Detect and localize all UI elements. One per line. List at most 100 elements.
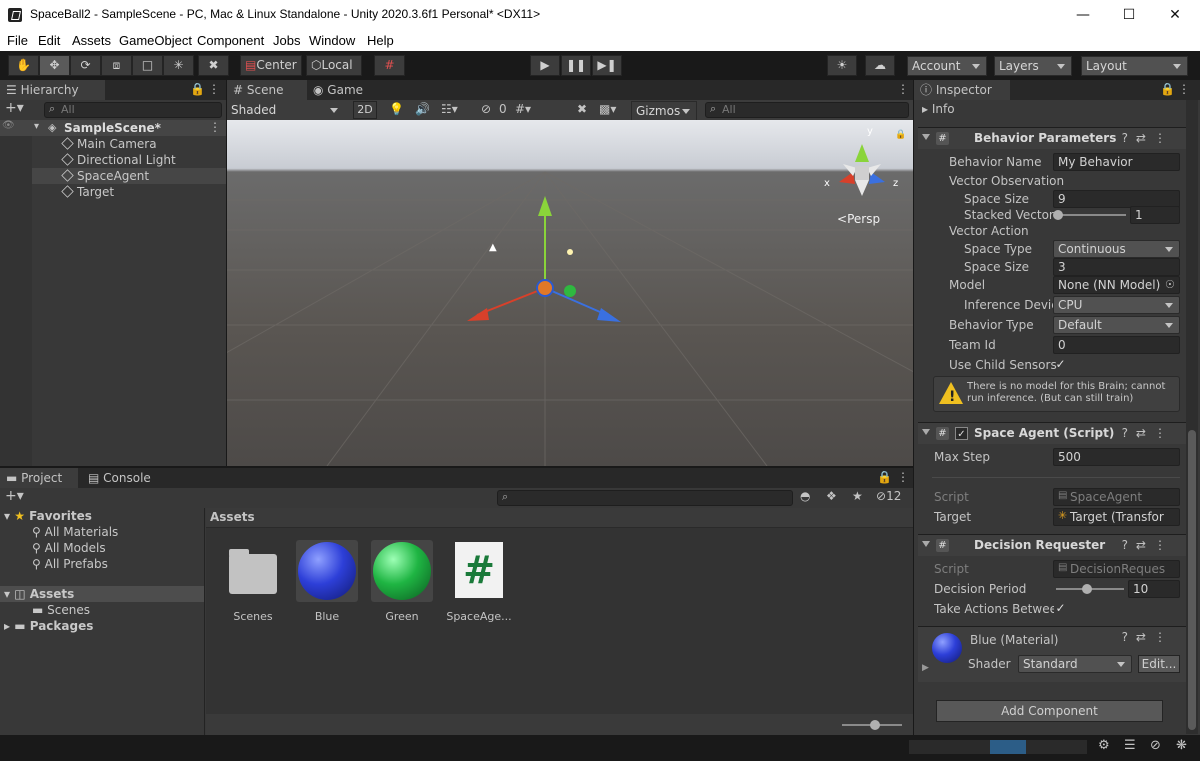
cloud-icon[interactable]: ☁	[865, 55, 895, 76]
custom-tool-icon[interactable]: ✖	[198, 55, 229, 76]
menu-component[interactable]: Component	[197, 33, 264, 48]
breadcrumb-assets[interactable]: Assets	[210, 510, 255, 524]
scrollbar-thumb[interactable]	[1188, 430, 1196, 730]
favorite-all-materials[interactable]: ⚲ All Materials	[32, 524, 118, 540]
tab-project[interactable]: ▬ Project	[0, 468, 78, 488]
transform-tool-icon[interactable]: ✳	[163, 55, 194, 76]
behavior-name-input[interactable]: My Behavior	[1053, 153, 1180, 171]
2d-toggle-button[interactable]: 2D	[353, 101, 377, 119]
z-arrow-icon[interactable]	[597, 308, 621, 322]
x-arrow-icon[interactable]	[467, 308, 489, 321]
packages-folder-item[interactable]: ▸ ▬ Packages	[4, 618, 93, 634]
tab-console[interactable]: ▤ Console	[82, 468, 162, 488]
target-object[interactable]	[564, 285, 576, 297]
step-button[interactable]: ▶❚	[592, 55, 622, 76]
camera-gizmo-icon[interactable]: ▲	[489, 242, 497, 253]
layout-dropdown[interactable]: Layout	[1081, 56, 1188, 76]
component-header-icons[interactable]: ?⇄⋮	[1122, 426, 1174, 440]
close-button[interactable]: ✕	[1152, 4, 1198, 26]
search-by-type-icon[interactable]: ◓	[800, 489, 810, 503]
light-gizmo-icon[interactable]	[567, 249, 573, 255]
kebab-menu-icon[interactable]: ⋮	[208, 82, 220, 96]
asset-spaceagent-script[interactable]: # SpaceAge...	[444, 540, 514, 623]
foldout-arrow-icon[interactable]	[922, 541, 930, 547]
space-agent-header[interactable]: # ✓ Space Agent (Script) ?⇄⋮	[918, 422, 1186, 444]
asset-blue[interactable]: Blue	[292, 540, 362, 623]
add-component-button[interactable]: Add Component	[936, 700, 1163, 722]
collab-icon[interactable]: ☀	[827, 55, 857, 76]
camera-settings-icon[interactable]: ▩▾	[599, 102, 616, 116]
foldout-arrow-icon[interactable]	[922, 134, 930, 140]
kebab-menu-icon[interactable]: ⋮	[1178, 82, 1190, 96]
gizmos-dropdown[interactable]: Gizmos	[631, 101, 697, 121]
visibility-eye-icon[interactable]: 👁	[2, 120, 15, 131]
move-tool-icon[interactable]: ✥	[39, 55, 70, 76]
menu-window[interactable]: Window	[309, 33, 355, 48]
project-search-input[interactable]	[497, 490, 793, 506]
scene-kebab-icon[interactable]: ⋮	[897, 82, 909, 96]
spaceagent-object[interactable]	[536, 279, 554, 297]
scene-search-input[interactable]: All	[705, 102, 909, 118]
debug-mode-icon[interactable]: ⊘	[1150, 738, 1161, 753]
hidden-packages-icon[interactable]: ⊘12	[876, 489, 901, 503]
favorites-star-icon[interactable]: ★	[852, 489, 863, 503]
draw-mode-dropdown[interactable]: Shaded	[227, 101, 344, 121]
rotate-tool-icon[interactable]: ⟳	[70, 55, 101, 76]
grid-snap-icon[interactable]: #	[374, 55, 405, 76]
scene-viewport[interactable]: ▲ y x z 🔒 <Persp	[227, 120, 913, 466]
favorites-foldout[interactable]: ▾ ★ Favorites	[4, 508, 92, 524]
hierarchy-item-main-camera[interactable]: Main Camera	[61, 136, 157, 152]
play-button[interactable]: ▶	[530, 55, 560, 76]
account-dropdown[interactable]: Account	[907, 56, 987, 76]
foldout-right-icon[interactable]: ▶	[922, 663, 929, 673]
tab-inspector[interactable]: ⓘ Inspector	[914, 80, 1010, 100]
decision-period-slider-knob[interactable]	[1082, 584, 1092, 594]
foldout-arrow-icon[interactable]	[922, 429, 930, 435]
pivot-center-button[interactable]: ▤Center	[240, 55, 302, 76]
scene-kebab-icon[interactable]: ⋮	[209, 120, 221, 134]
target-object-field[interactable]: Target (Transfor	[1053, 508, 1180, 526]
audio-toggle-icon[interactable]: 🔊	[415, 102, 430, 116]
tab-hierarchy[interactable]: ☰ Hierarchy	[0, 80, 105, 100]
menu-help[interactable]: Help	[367, 33, 394, 48]
search-by-label-icon[interactable]: ❖	[826, 489, 837, 503]
inference-device-dropdown[interactable]: CPU	[1053, 296, 1180, 314]
effects-toggle-icon[interactable]: ☷▾	[441, 102, 458, 116]
assets-folder-row[interactable]: ▾ ◫ Assets	[0, 586, 204, 602]
menu-assets[interactable]: Assets	[72, 33, 111, 48]
icon-size-slider-knob[interactable]	[870, 720, 880, 730]
stacked-vectors-slider[interactable]	[1058, 214, 1126, 216]
asset-green[interactable]: Green	[367, 540, 437, 623]
z-axis-handle[interactable]	[544, 287, 608, 316]
space-type-dropdown[interactable]: Continuous	[1053, 240, 1180, 258]
tab-scene[interactable]: # Scene	[227, 80, 307, 100]
menu-gameobject[interactable]: GameObject	[119, 33, 192, 48]
layers-dropdown[interactable]: Layers	[994, 56, 1072, 76]
hand-tool-icon[interactable]: ✋	[8, 55, 39, 76]
max-step-input[interactable]: 500	[1053, 448, 1180, 466]
perspective-toggle[interactable]: <Persp	[837, 212, 880, 226]
lock-icon[interactable]: 🔒	[877, 470, 892, 484]
behavior-parameters-header[interactable]: # Behavior Parameters ?⇄⋮	[918, 127, 1186, 149]
object-picker-icon[interactable]: ☉	[1165, 278, 1175, 291]
pivot-local-button[interactable]: ⬡Local	[306, 55, 362, 76]
move-gizmo[interactable]: ▲	[227, 120, 913, 466]
info-foldout[interactable]: ▸ Info	[922, 102, 955, 116]
favorite-all-models[interactable]: ⚲ All Models	[32, 540, 106, 556]
favorite-all-prefabs[interactable]: ⚲ All Prefabs	[32, 556, 108, 572]
material-header-icons[interactable]: ?⇄⋮	[1122, 630, 1174, 644]
menu-jobs[interactable]: Jobs	[273, 33, 300, 48]
lock-icon[interactable]: 🔒	[190, 82, 205, 96]
shader-dropdown[interactable]: Standard	[1018, 655, 1132, 673]
foldout-arrow-icon[interactable]: ▾	[34, 121, 39, 132]
act-space-size-input[interactable]: 3	[1053, 258, 1180, 276]
use-child-sensors-checkbox[interactable]: ✓	[1054, 358, 1067, 371]
minimize-button[interactable]: —	[1060, 4, 1106, 26]
component-header-icons[interactable]: ?⇄⋮	[1122, 538, 1174, 552]
hierarchy-item-spaceagent[interactable]: SpaceAgent	[61, 168, 149, 184]
take-actions-checkbox[interactable]: ✓	[1054, 602, 1067, 615]
team-id-input[interactable]: 0	[1053, 336, 1180, 354]
lock-icon[interactable]: 🔒	[1160, 82, 1175, 96]
layers-stack-icon[interactable]: ☰	[1124, 738, 1136, 753]
stacked-vectors-input[interactable]: 1	[1130, 206, 1180, 224]
